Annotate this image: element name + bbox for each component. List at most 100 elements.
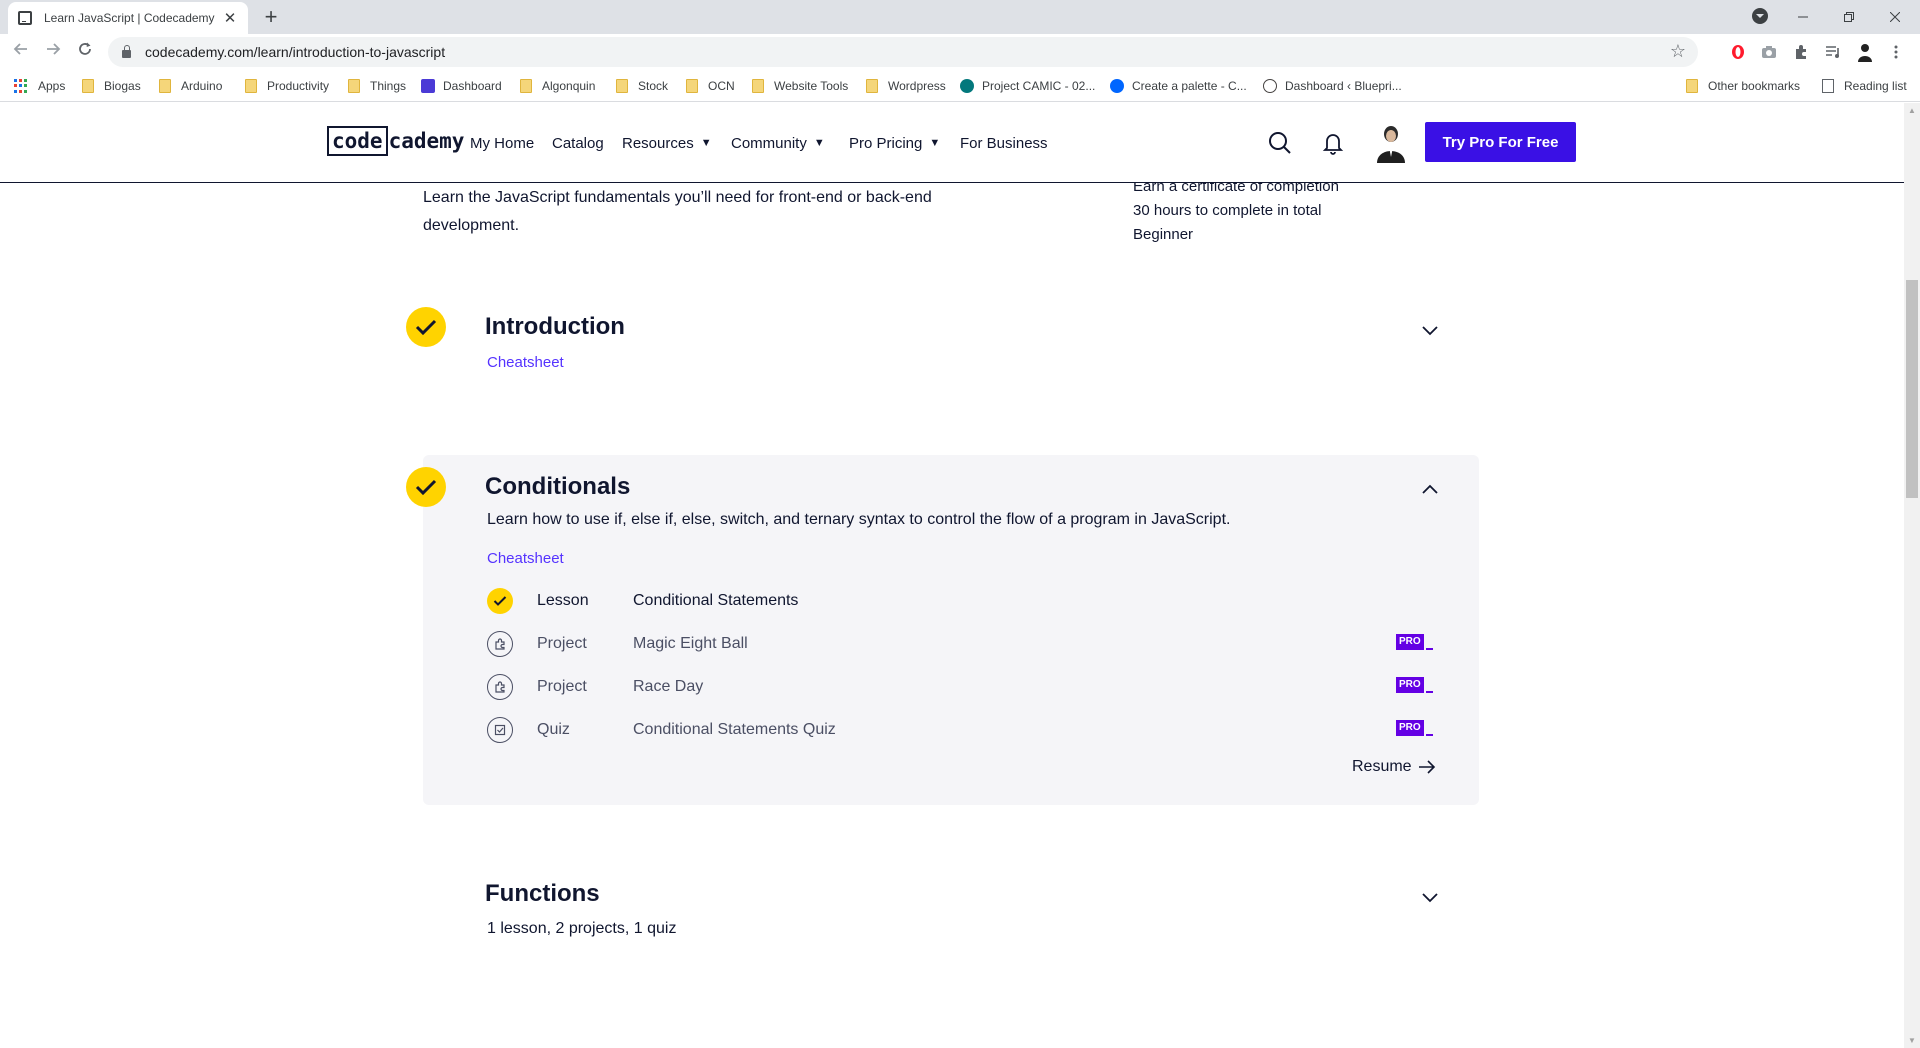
- reload-icon[interactable]: [74, 41, 96, 63]
- nav-pro-pricing[interactable]: Pro Pricing ▼: [849, 103, 940, 183]
- search-icon[interactable]: [1267, 130, 1293, 156]
- chevron-down-icon[interactable]: [1420, 887, 1440, 907]
- bookmark-productivity[interactable]: Productivity: [245, 70, 329, 102]
- scroll-up-arrow-icon[interactable]: ▲: [1906, 106, 1918, 115]
- opera-extension-icon[interactable]: [1728, 42, 1748, 62]
- pro-badge-label: PRO: [1396, 720, 1424, 736]
- nav-for-business[interactable]: For Business: [960, 103, 1048, 183]
- nav-resources[interactable]: Resources ▼: [622, 103, 712, 183]
- scrollbar-thumb[interactable]: [1906, 280, 1918, 498]
- resume-button[interactable]: Resume: [1352, 758, 1436, 776]
- bookmark-algonquin[interactable]: Algonquin: [520, 70, 595, 102]
- notification-bell-icon[interactable]: [1320, 130, 1346, 156]
- content-item-row[interactable]: Project Race Day: [487, 672, 703, 702]
- profile-avatar-icon[interactable]: [1855, 42, 1875, 62]
- address-bar[interactable]: codecademy.com/learn/introduction-to-jav…: [108, 37, 1698, 67]
- forward-arrow-icon[interactable]: [42, 41, 64, 63]
- project-puzzle-icon: [487, 631, 513, 657]
- bookmark-stock[interactable]: Stock: [616, 70, 668, 102]
- item-type: Quiz: [537, 721, 570, 738]
- folder-icon: [1686, 79, 1698, 93]
- bookmark-label: Stock: [638, 79, 669, 93]
- nav-my-home[interactable]: My Home: [470, 103, 534, 183]
- item-name: Race Day: [633, 678, 704, 695]
- page-scrollbar[interactable]: [1904, 103, 1920, 1048]
- browser-menu-icon[interactable]: [1886, 42, 1906, 62]
- reading-list-icon: [1822, 79, 1834, 93]
- lesson-complete-check-icon: [487, 588, 513, 614]
- media-control-icon[interactable]: [1823, 42, 1843, 62]
- bookmark-dashboard[interactable]: Dashboard: [421, 70, 502, 102]
- bookmark-project-camic[interactable]: Project CAMIC - 02...: [960, 70, 1095, 102]
- folder-icon: [752, 79, 764, 93]
- nav-catalog[interactable]: Catalog: [552, 103, 604, 183]
- browser-tab[interactable]: Learn JavaScript | Codecademy ✕: [8, 2, 248, 34]
- dashboard-favicon: [421, 79, 435, 93]
- module-title-functions[interactable]: Functions: [485, 880, 600, 908]
- bookmarks-bar: Apps Biogas Arduino Productivity Things …: [0, 70, 1920, 102]
- bookmark-ocn[interactable]: OCN: [686, 70, 735, 102]
- module-title-conditionals[interactable]: Conditionals: [485, 473, 630, 501]
- codecademy-logo[interactable]: code cademy: [327, 124, 464, 158]
- pro-badge-label: PRO: [1396, 634, 1424, 650]
- back-arrow-icon[interactable]: [10, 41, 32, 63]
- content-item-row[interactable]: Quiz Conditional Statements Quiz: [487, 715, 836, 745]
- reading-list[interactable]: Reading list: [1822, 70, 1907, 102]
- intro-complete-check-icon: [406, 307, 446, 347]
- new-tab-button[interactable]: +: [258, 4, 284, 30]
- content-item-row[interactable]: Lesson Conditional Statements: [487, 586, 798, 616]
- reading-list-label: Reading list: [1844, 79, 1907, 93]
- nav-label: Pro Pricing: [849, 134, 923, 152]
- conditionals-cheatsheet-link[interactable]: Cheatsheet: [487, 550, 564, 567]
- sharepoint-favicon: [960, 79, 974, 93]
- bookmark-label: Algonquin: [542, 79, 596, 93]
- bookmark-things[interactable]: Things: [348, 70, 406, 102]
- bookmark-apps[interactable]: Apps: [14, 70, 65, 102]
- try-pro-button[interactable]: Try Pro For Free: [1425, 122, 1576, 162]
- nav-label: For Business: [960, 134, 1048, 152]
- nav-label: Community: [731, 134, 807, 152]
- item-type: Project: [537, 678, 587, 695]
- module-title-introduction[interactable]: Introduction: [485, 313, 625, 341]
- pro-badge: PRO: [1396, 720, 1433, 736]
- minimize-icon[interactable]: [1780, 0, 1826, 34]
- chevron-up-icon[interactable]: [1420, 480, 1440, 500]
- chevron-down-icon[interactable]: [1420, 320, 1440, 340]
- bookmark-dashboard-blueprint[interactable]: Dashboard ‹ Bluepri...: [1263, 70, 1402, 102]
- bookmark-label: Project CAMIC - 02...: [982, 79, 1096, 93]
- content-item-row[interactable]: Project Magic Eight Ball: [487, 629, 748, 659]
- bookmark-label: Biogas: [104, 79, 141, 93]
- puzzle-extensions-icon[interactable]: [1791, 42, 1811, 62]
- camera-extension-icon[interactable]: [1759, 42, 1779, 62]
- browser-toolbar: codecademy.com/learn/introduction-to-jav…: [0, 34, 1920, 70]
- caret-down-icon: ▼: [813, 137, 825, 149]
- folder-icon: [866, 79, 878, 93]
- logo-rest: cademy: [388, 129, 465, 153]
- other-bookmarks-label: Other bookmarks: [1708, 79, 1801, 93]
- caret-down-icon: ▼: [929, 137, 941, 149]
- pro-badge-label: PRO: [1396, 677, 1424, 693]
- bookmark-website-tools[interactable]: Website Tools: [752, 70, 848, 102]
- nav-community[interactable]: Community ▼: [731, 103, 825, 183]
- tab-search-icon[interactable]: [1752, 8, 1768, 24]
- quiz-checkbox-icon: [487, 717, 513, 743]
- restore-icon[interactable]: [1826, 0, 1872, 34]
- bookmark-create-palette[interactable]: Create a palette - C...: [1110, 70, 1247, 102]
- item-name: Magic Eight Ball: [633, 635, 748, 652]
- scroll-down-arrow-icon[interactable]: ▼: [1906, 1036, 1918, 1045]
- pro-badge: PRO: [1396, 634, 1433, 650]
- bookmark-label: OCN: [708, 79, 735, 93]
- window-close-icon[interactable]: [1872, 0, 1918, 34]
- other-bookmarks[interactable]: Other bookmarks: [1686, 70, 1800, 102]
- tab-close-icon[interactable]: ✕: [222, 9, 238, 27]
- bookmark-wordpress[interactable]: Wordpress: [866, 70, 946, 102]
- user-avatar[interactable]: [1373, 123, 1409, 163]
- intro-cheatsheet-link[interactable]: Cheatsheet: [487, 354, 564, 371]
- bookmark-arduino[interactable]: Arduino: [159, 70, 222, 102]
- wordpress-favicon: [1263, 79, 1277, 93]
- bookmark-star-icon[interactable]: ☆: [1670, 41, 1686, 62]
- site-header: code cademy My Home Catalog Resources ▼ Co…: [0, 103, 1904, 183]
- bookmark-label: Dashboard ‹ Bluepri...: [1285, 79, 1402, 93]
- bookmark-biogas[interactable]: Biogas: [82, 70, 141, 102]
- item-type: Project: [537, 635, 587, 652]
